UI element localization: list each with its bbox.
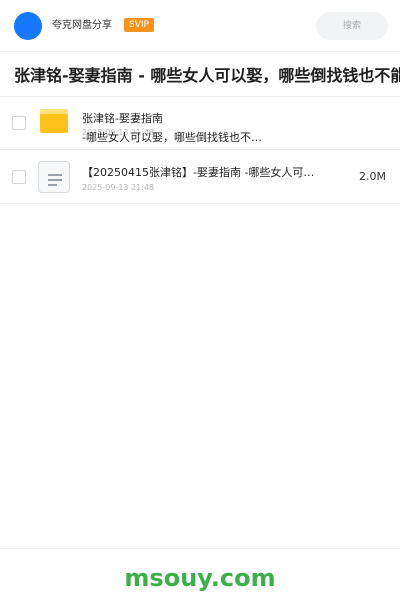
row-checkbox[interactable] xyxy=(12,170,26,184)
file-row[interactable]: 张津铭-娶妻指南 2025-09-13 21:48 -哪些女人可以娶，哪些倒找钱… xyxy=(0,97,400,150)
page-title: 张津铭-娶妻指南 - 哪些女人可以娶，哪些倒找钱也不能娶， xyxy=(14,66,400,85)
file-name[interactable]: 张津铭-娶妻指南 xyxy=(82,112,163,126)
file-size: 2.0M xyxy=(359,170,386,183)
site-name: 夸克网盘分享 xyxy=(52,20,112,31)
avatar[interactable] xyxy=(14,12,42,40)
file-row[interactable]: 【20250415张津铭】-娶妻指南 -哪些女人可… 2025-09-13 21… xyxy=(0,150,400,204)
watermark-text: msouy.com xyxy=(124,564,276,592)
file-name[interactable]: 【20250415张津铭】-娶妻指南 -哪些女人可… xyxy=(82,166,314,180)
document-icon xyxy=(38,161,70,193)
top-bar: 夸克网盘分享 SVIP 搜索 xyxy=(0,0,400,52)
file-date: 2025-09-13 21:48 xyxy=(82,183,155,192)
folder-icon xyxy=(40,109,68,133)
divider xyxy=(0,548,400,549)
search-input[interactable]: 搜索 xyxy=(316,12,388,40)
row-checkbox[interactable] xyxy=(12,116,26,130)
svip-badge[interactable]: SVIP xyxy=(124,18,154,32)
file-name-continued[interactable]: -哪些女人可以娶，哪些倒找钱也不… xyxy=(82,131,262,145)
